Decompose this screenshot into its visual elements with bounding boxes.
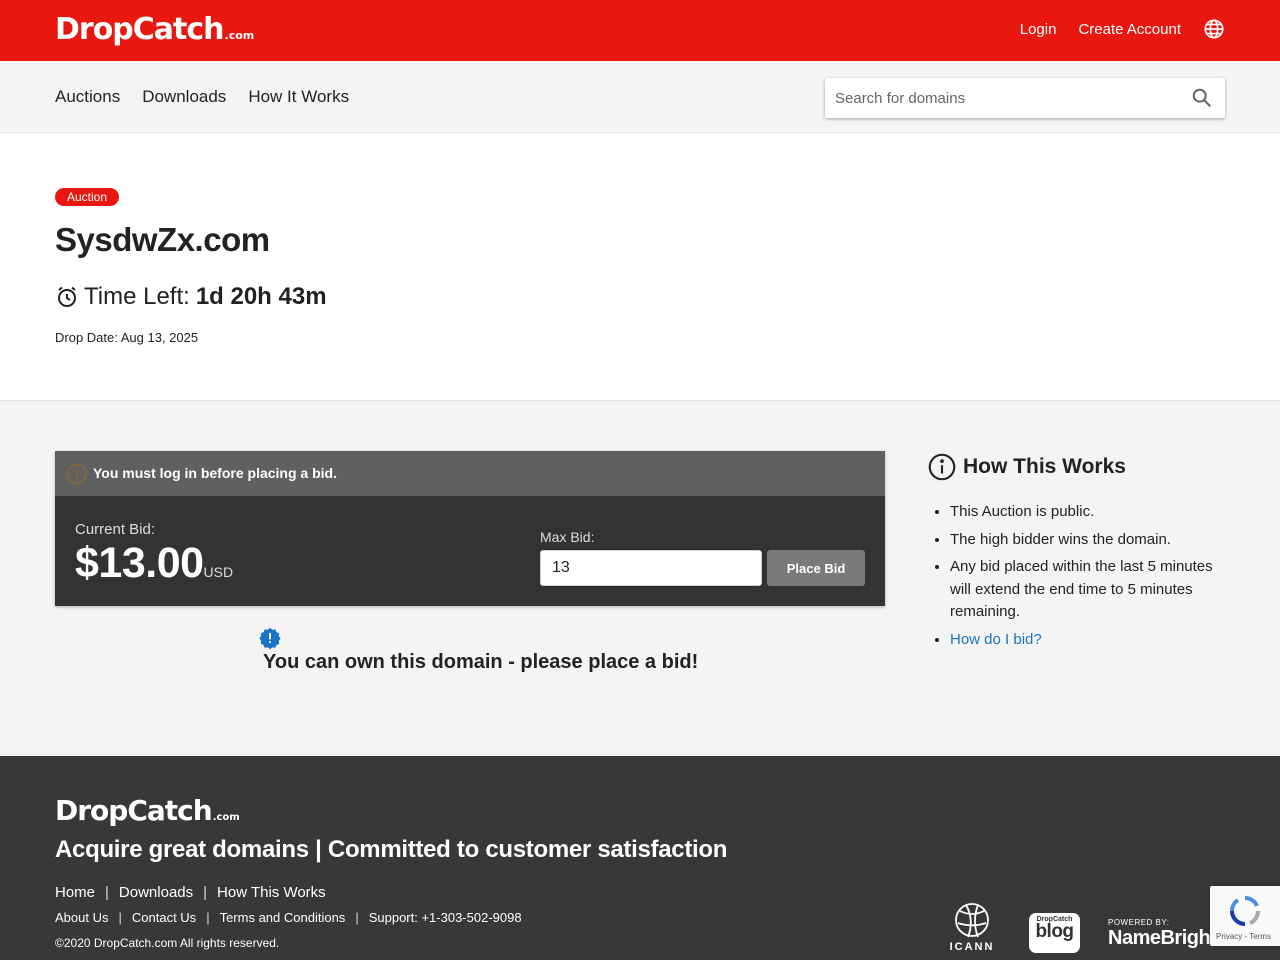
dropcatch-blog-logo[interactable]: DropCatch blog	[1029, 913, 1080, 953]
footer: DropCatch.com Acquire great domains | Co…	[0, 756, 1280, 960]
search-box	[825, 78, 1225, 118]
copyright: ©2020 DropCatch.com All rights reserved.	[55, 936, 280, 950]
place-bid-button[interactable]: Place Bid	[767, 550, 865, 586]
logo-suffix: .com	[224, 29, 255, 42]
auction-badge: Auction	[55, 188, 120, 206]
alarm-clock-icon	[58, 286, 76, 307]
footer-logo-suffix: .com	[212, 812, 240, 823]
globe-icon[interactable]	[1203, 18, 1225, 40]
separator: |	[206, 910, 210, 925]
how-item: The high bidder wins the domain.	[950, 529, 1228, 552]
domain-title: SysdwZx.com	[55, 221, 270, 258]
warning-text: You must log in before placing a bid.	[93, 465, 337, 481]
create-account-link[interactable]: Create Account	[1078, 21, 1181, 38]
how-item: This Auction is public.	[950, 501, 1228, 524]
login-link[interactable]: Login	[1020, 21, 1057, 38]
account-links: Login Create Account	[998, 18, 1225, 40]
icann-globe-icon	[955, 903, 989, 938]
how-item: How do I bid?	[950, 629, 1228, 652]
how-title: How This Works	[963, 455, 1126, 478]
current-bid-label: Current Bid:	[75, 521, 156, 538]
logo-text: DropCatch	[55, 12, 225, 47]
how-do-i-bid-link[interactable]: How do I bid?	[950, 631, 1042, 648]
footer-support-link[interactable]: Support: +1-303-502-9098	[369, 910, 522, 925]
search-icon[interactable]	[1191, 87, 1213, 109]
login-warning: You must log in before placing a bid.	[55, 451, 885, 496]
recaptcha-badge[interactable]: Privacy - Terms	[1210, 886, 1280, 946]
bid-panel: You must log in before placing a bid. Cu…	[55, 451, 885, 606]
how-this-works: How This Works This Auction is public. T…	[928, 453, 1228, 656]
footer-logo[interactable]: DropCatch.com	[55, 794, 240, 827]
how-header: How This Works	[928, 453, 1228, 481]
footer-tagline: Acquire great domains | Committed to cus…	[55, 836, 728, 863]
top-header: DropCatch.com Login Create Account	[0, 0, 1280, 61]
current-bid-value: $13.00	[75, 539, 204, 587]
how-list: This Auction is public. The high bidder …	[928, 501, 1228, 651]
warning-icon	[67, 464, 87, 484]
drop-date: Drop Date: Aug 13, 2025	[55, 330, 199, 345]
nav-links: Auctions Downloads How It Works	[55, 87, 371, 107]
nav-how-it-works[interactable]: How It Works	[248, 87, 349, 107]
how-item: Any bid placed within the last 5 minutes…	[950, 556, 1228, 624]
footer-about-link[interactable]: About Us	[55, 910, 108, 925]
nav-downloads[interactable]: Downloads	[142, 87, 226, 107]
max-bid-label: Max Bid:	[540, 529, 595, 545]
footer-downloads-link[interactable]: Downloads	[119, 884, 193, 901]
main-nav: Auctions Downloads How It Works	[0, 61, 1280, 133]
current-bid-amount: $13.00USD	[75, 539, 233, 588]
separator: |	[355, 910, 359, 925]
listing-hero: Auction SysdwZx.com Time Left: 1d 20h 43…	[0, 133, 1280, 401]
own-domain-message: You can own this domain - please place a…	[263, 651, 699, 673]
separator: |	[105, 884, 109, 901]
time-left: Time Left: 1d 20h 43m	[55, 283, 327, 311]
footer-terms-link[interactable]: Terms and Conditions	[220, 910, 346, 925]
nav-auctions[interactable]: Auctions	[55, 87, 120, 107]
max-bid-input[interactable]	[540, 550, 762, 586]
icann-logo[interactable]: ICANN	[946, 901, 998, 953]
recaptcha-links[interactable]: Privacy - Terms	[1216, 932, 1271, 941]
footer-contact-link[interactable]: Contact Us	[132, 910, 196, 925]
recaptcha-icon	[1229, 896, 1260, 926]
info-icon	[928, 453, 956, 481]
footer-nav-primary: Home | Downloads | How This Works	[55, 884, 326, 901]
time-left-label: Time Left:	[84, 283, 190, 310]
footer-home-link[interactable]: Home	[55, 884, 95, 901]
time-left-value: 1d 20h 43m	[195, 283, 327, 310]
footer-logo-text: DropCatch	[55, 794, 213, 827]
footer-how-link[interactable]: How This Works	[217, 884, 326, 901]
icann-text: ICANN	[949, 941, 995, 953]
search-input[interactable]	[825, 78, 1185, 118]
footer-nav-secondary: About Us | Contact Us | Terms and Condit…	[55, 910, 522, 925]
blog-text: blog	[1035, 921, 1074, 942]
verified-badge-icon	[259, 627, 281, 649]
dropcatch-logo[interactable]: DropCatch.com	[55, 12, 254, 47]
separator: |	[203, 884, 208, 901]
currency-label: USD	[203, 564, 234, 580]
separator: |	[118, 910, 122, 925]
